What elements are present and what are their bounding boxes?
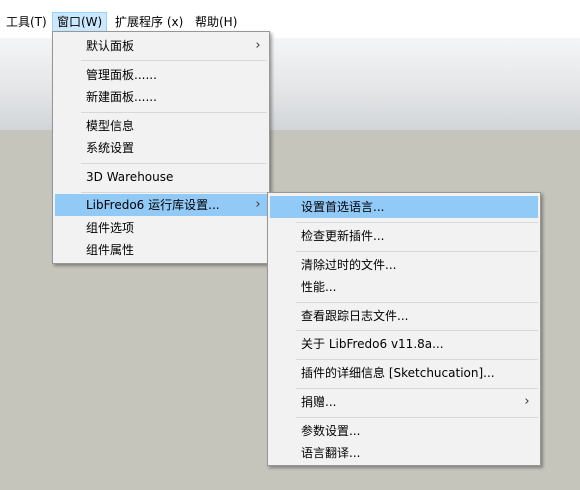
menu-item-label: 管理面板...... bbox=[86, 68, 157, 82]
menu-window[interactable]: 窗口(W) bbox=[52, 12, 108, 33]
window-menu: 默认面板 › 管理面板...... 新建面板...... 模型信息 系统设置 3… bbox=[52, 31, 270, 264]
menu-item-purge-obsolete[interactable]: 清除过时的文件... bbox=[270, 254, 538, 276]
menu-item-label: 新建面板...... bbox=[86, 90, 157, 104]
menu-item-label: 组件属性 bbox=[86, 243, 135, 257]
menu-item-default-panels[interactable]: 默认面板 › bbox=[55, 35, 267, 57]
menu-item-label: 关于 LibFredo6 v11.8a... bbox=[301, 337, 444, 351]
menu-separator bbox=[296, 251, 538, 252]
menu-item-label: 参数设置... bbox=[301, 424, 361, 438]
menu-item-label: 清除过时的文件... bbox=[301, 258, 397, 272]
menu-separator bbox=[296, 302, 538, 303]
menu-separator bbox=[81, 192, 267, 193]
menu-item-translation[interactable]: 语言翻译... bbox=[270, 442, 538, 464]
menu-item-label: 捐赠... bbox=[301, 395, 337, 409]
menu-item-preferences[interactable]: 系统设置 bbox=[55, 137, 267, 159]
menu-item-label: LibFredo6 运行库设置... bbox=[86, 198, 220, 212]
menu-item-label: 查看跟踪日志文件... bbox=[301, 309, 409, 323]
menu-separator bbox=[296, 359, 538, 360]
chevron-right-icon: › bbox=[255, 197, 261, 212]
menu-item-libfredo6-settings[interactable]: LibFredo6 运行库设置... › bbox=[55, 194, 267, 216]
menu-item-donate[interactable]: 捐赠... › bbox=[270, 391, 538, 413]
chevron-right-icon: › bbox=[524, 394, 530, 409]
menu-item-label: 检查更新插件... bbox=[301, 229, 385, 243]
menu-item-component-options[interactable]: 组件选项 bbox=[55, 217, 267, 239]
menu-item-model-info[interactable]: 模型信息 bbox=[55, 115, 267, 137]
menu-separator bbox=[81, 112, 267, 113]
menu-extensions[interactable]: 扩展程序 (x) bbox=[111, 12, 187, 33]
menu-item-label: 设置首选语言... bbox=[301, 200, 385, 214]
menu-item-label: 插件的详细信息 [Sketchucation]... bbox=[301, 366, 495, 380]
menu-help[interactable]: 帮助(H) bbox=[191, 12, 241, 33]
menu-separator bbox=[296, 330, 538, 331]
libfredo6-submenu: 设置首选语言... 检查更新插件... 清除过时的文件... 性能... 查看跟… bbox=[267, 192, 541, 466]
chevron-right-icon: › bbox=[255, 38, 261, 53]
menu-item-new-panel[interactable]: 新建面板...... bbox=[55, 86, 267, 108]
menu-item-label: 默认面板 bbox=[86, 39, 135, 53]
menu-separator bbox=[81, 60, 267, 61]
menu-item-label: 系统设置 bbox=[86, 141, 135, 155]
menu-item-3d-warehouse[interactable]: 3D Warehouse bbox=[55, 166, 267, 188]
menu-separator bbox=[296, 417, 538, 418]
menu-item-about[interactable]: 关于 LibFredo6 v11.8a... bbox=[270, 333, 538, 355]
menu-tools[interactable]: 工具(T) bbox=[2, 12, 51, 33]
menu-item-trace-log[interactable]: 查看跟踪日志文件... bbox=[270, 305, 538, 327]
menu-item-label: 组件选项 bbox=[86, 221, 135, 235]
menu-item-manage-panels[interactable]: 管理面板...... bbox=[55, 64, 267, 86]
menu-separator bbox=[81, 163, 267, 164]
menu-item-check-updates[interactable]: 检查更新插件... bbox=[270, 225, 538, 247]
menu-item-performance[interactable]: 性能... bbox=[270, 276, 538, 298]
menu-separator bbox=[296, 388, 538, 389]
menu-item-component-attributes[interactable]: 组件属性 bbox=[55, 239, 267, 261]
menu-separator bbox=[296, 222, 538, 223]
menu-item-label: 3D Warehouse bbox=[86, 170, 174, 184]
menu-item-label: 模型信息 bbox=[86, 119, 135, 133]
menu-item-preferred-language[interactable]: 设置首选语言... bbox=[270, 196, 538, 218]
menu-item-label: 语言翻译... bbox=[301, 446, 361, 460]
menu-item-label: 性能... bbox=[301, 280, 337, 294]
menu-item-parameters[interactable]: 参数设置... bbox=[270, 420, 538, 442]
menu-item-plugin-details[interactable]: 插件的详细信息 [Sketchucation]... bbox=[270, 362, 538, 384]
